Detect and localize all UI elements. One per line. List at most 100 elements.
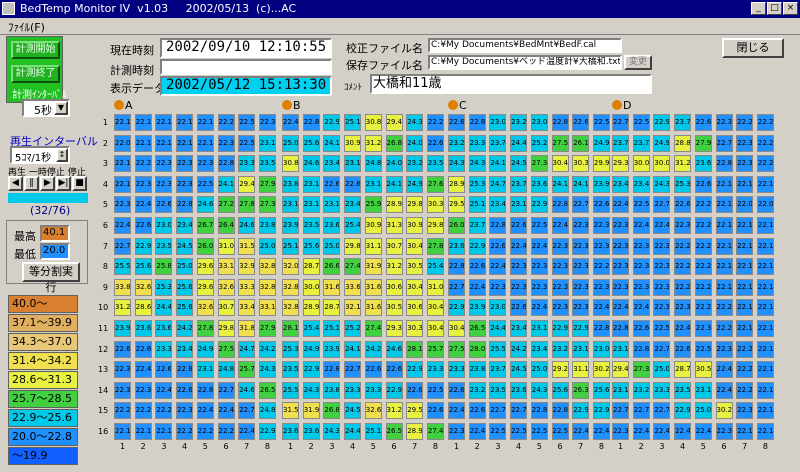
sensor-cell[interactable]: 22.3	[176, 155, 194, 173]
sensor-cell[interactable]: 31.2	[385, 402, 403, 420]
sensor-cell[interactable]: 22.2	[592, 258, 610, 276]
sensor-cell[interactable]: 23.4	[510, 320, 528, 337]
sensor-cell[interactable]: 31.6	[323, 278, 341, 296]
sensor-cell[interactable]: 22.6	[364, 361, 382, 379]
sensor-cell[interactable]: 22.8	[448, 258, 465, 276]
sensor-cell[interactable]: 22.8	[592, 320, 610, 337]
sensor-cell[interactable]: 22.5	[489, 423, 507, 440]
sensor-cell[interactable]: 22.5	[530, 217, 548, 234]
start-measure-button[interactable]: 計測開始	[11, 41, 60, 59]
sensor-cell[interactable]: 22.1	[736, 320, 754, 337]
sensor-cell[interactable]: 24.1	[217, 175, 235, 193]
sensor-cell[interactable]: 30.4	[406, 278, 424, 296]
sensor-cell[interactable]: 25.3	[468, 175, 486, 193]
sensor-cell[interactable]: 22.5	[530, 423, 548, 440]
sensor-cell[interactable]: 22.6	[323, 175, 341, 193]
sensor-cell[interactable]: 22.3	[176, 175, 194, 193]
sensor-cell[interactable]: 25.6	[551, 381, 569, 399]
sensor-cell[interactable]: 25.0	[323, 237, 341, 255]
sensor-cell[interactable]: 22.1	[114, 155, 131, 173]
sensor-cell[interactable]: 22.0	[114, 134, 131, 152]
sensor-cell[interactable]: 30.9	[364, 217, 382, 234]
sensor-cell[interactable]: 22.7	[572, 196, 590, 214]
sensor-cell[interactable]: 22.6	[426, 134, 444, 152]
sensor-cell[interactable]: 26.5	[468, 320, 486, 337]
sensor-cell[interactable]: 30.4	[406, 237, 424, 255]
sensor-cell[interactable]: 31.3	[385, 217, 403, 234]
sensor-cell[interactable]: 22.3	[674, 299, 692, 317]
sensor-cell[interactable]: 22.4	[468, 278, 486, 296]
sensor-cell[interactable]: 31.6	[364, 278, 382, 296]
sensor-cell[interactable]: 30.9	[406, 217, 424, 234]
play-interval-select[interactable]: 5ｺﾏ/1秒 ↕	[10, 146, 70, 164]
sensor-cell[interactable]: 22.7	[238, 402, 256, 420]
sensor-cell[interactable]: 22.1	[155, 134, 173, 152]
sensor-cell[interactable]: 22.2	[736, 381, 754, 399]
sensor-cell[interactable]: 24.9	[302, 340, 320, 358]
sensor-cell[interactable]: 22.8	[551, 196, 569, 214]
sensor-cell[interactable]: 22.3	[114, 361, 131, 379]
sensor-cell[interactable]: 22.4	[653, 217, 671, 234]
sensor-cell[interactable]: 23.6	[510, 381, 528, 399]
sensor-cell[interactable]: 24.5	[510, 155, 528, 173]
sensor-cell[interactable]: 22.6	[155, 196, 173, 214]
sensor-cell[interactable]: 23.7	[489, 361, 507, 379]
sensor-cell[interactable]: 22.3	[114, 381, 131, 399]
sensor-cell[interactable]: 27.4	[426, 423, 444, 440]
sensor-cell[interactable]: 22.7	[653, 196, 671, 214]
sensor-cell[interactable]: 22.3	[114, 196, 131, 214]
sensor-cell[interactable]: 22.1	[715, 278, 733, 296]
sensor-cell[interactable]: 22.1	[736, 237, 754, 255]
sensor-cell[interactable]: 22.7	[217, 381, 235, 399]
sensor-cell[interactable]: 31.2	[674, 155, 692, 173]
sensor-cell[interactable]: 29.5	[448, 196, 465, 214]
sensor-cell[interactable]: 28.1	[282, 320, 299, 337]
sensor-cell[interactable]: 22.4	[674, 320, 692, 337]
sensor-cell[interactable]: 30.5	[694, 361, 712, 379]
sensor-cell[interactable]: 24.0	[385, 155, 403, 173]
sensor-cell[interactable]: 30.2	[592, 361, 610, 379]
sensor-cell[interactable]: 23.6	[530, 175, 548, 193]
sensor-cell[interactable]: 24.4	[489, 320, 507, 337]
sensor-cell[interactable]: 22.4	[238, 423, 256, 440]
sensor-cell[interactable]: 22.8	[715, 155, 733, 173]
sensor-cell[interactable]: 24.9	[592, 134, 610, 152]
save-file-field[interactable]: C:¥My Documents¥ベッド温度計¥大橋和.txt	[428, 55, 622, 70]
sensor-cell[interactable]: 22.6	[674, 196, 692, 214]
sensor-cell[interactable]: 22.6	[632, 320, 650, 337]
sensor-cell[interactable]: 22.2	[155, 402, 173, 420]
sensor-cell[interactable]: 22.1	[114, 423, 131, 440]
sensor-cell[interactable]: 30.0	[302, 278, 320, 296]
sensor-cell[interactable]: 22.2	[134, 402, 152, 420]
sensor-cell[interactable]: 22.4	[155, 381, 173, 399]
sensor-cell[interactable]: 22.2	[134, 155, 152, 173]
sensor-cell[interactable]: 22.3	[217, 134, 235, 152]
sensor-cell[interactable]: 28.7	[674, 361, 692, 379]
sensor-cell[interactable]: 22.7	[344, 361, 362, 379]
sensor-cell[interactable]: 25.6	[134, 258, 152, 276]
sensor-cell[interactable]: 27.9	[258, 320, 276, 337]
sensor-cell[interactable]: 22.1	[756, 237, 774, 255]
menu-file[interactable]: ﾌｧｲﾙ(F)	[8, 19, 45, 35]
sensor-cell[interactable]: 22.1	[134, 134, 152, 152]
sensor-cell[interactable]: 23.3	[653, 381, 671, 399]
sensor-cell[interactable]: 24.0	[406, 134, 424, 152]
sensor-cell[interactable]: 25.4	[302, 320, 320, 337]
sensor-cell[interactable]: 28.9	[385, 196, 403, 214]
sensor-cell[interactable]: 23.2	[632, 381, 650, 399]
sensor-cell[interactable]: 24.6	[238, 381, 256, 399]
sensor-cell[interactable]: 25.6	[176, 278, 194, 296]
sensor-cell[interactable]: 22.6	[510, 217, 528, 234]
sensor-cell[interactable]: 22.2	[674, 278, 692, 296]
sensor-cell[interactable]: 24.4	[155, 299, 173, 317]
sensor-cell[interactable]: 30.4	[426, 320, 444, 337]
divide-button[interactable]: 等分割実行	[22, 262, 80, 294]
sensor-cell[interactable]: 23.2	[468, 381, 486, 399]
sensor-cell[interactable]: 22.1	[715, 175, 733, 193]
sensor-cell[interactable]: 22.9	[406, 361, 424, 379]
sensor-cell[interactable]: 24.7	[489, 175, 507, 193]
sensor-cell[interactable]: 22.6	[468, 258, 486, 276]
sensor-cell[interactable]: 23.1	[282, 196, 299, 214]
sensor-cell[interactable]: 23.6	[155, 320, 173, 337]
sensor-cell[interactable]: 23.4	[176, 340, 194, 358]
